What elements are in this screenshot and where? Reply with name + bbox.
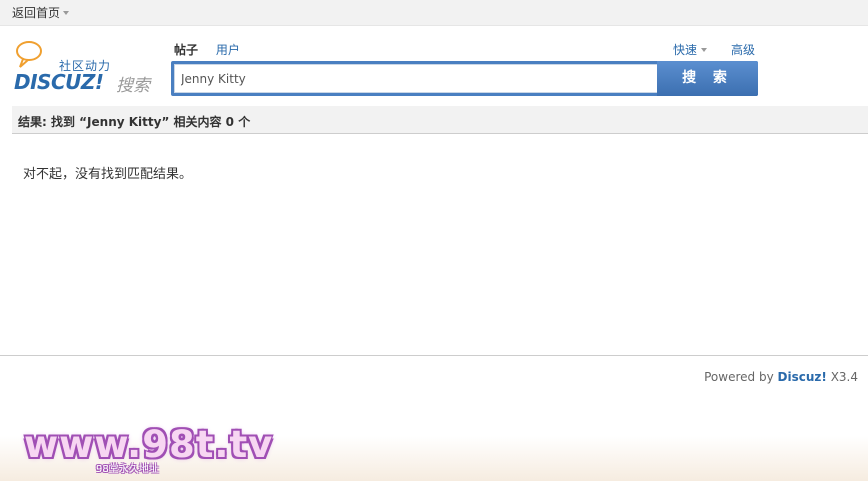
quick-search-link[interactable]: 快速 xyxy=(673,41,708,58)
advanced-search-link[interactable]: 高级 xyxy=(731,41,755,58)
watermark-subtitle: 98堂永久地址 xyxy=(96,464,159,475)
quick-search-label: 快速 xyxy=(673,43,698,57)
tab-users[interactable]: 用户 xyxy=(216,43,240,57)
search-box: 搜 索 xyxy=(171,61,758,96)
footer-divider xyxy=(0,355,868,356)
home-link[interactable]: 返回首页 xyxy=(12,4,70,21)
discuz-logo[interactable]: 社区动力 DISCUZ! 搜索 xyxy=(14,40,164,96)
powered-version: X3.4 xyxy=(830,370,858,384)
no-results-message: 对不起，没有找到匹配结果。 xyxy=(23,167,193,182)
tab-threads[interactable]: 帖子 xyxy=(174,43,198,57)
speech-bubble-icon xyxy=(16,41,42,68)
search-type-tabs: 帖子 用户 xyxy=(174,41,254,58)
logo-brand: DISCUZ! xyxy=(14,70,104,94)
watermark-banner: www.98t.tv 98堂永久地址 xyxy=(0,423,868,481)
powered-by: Powered by Discuz! X3.4 xyxy=(704,370,858,384)
powered-brand-link[interactable]: Discuz! xyxy=(778,370,827,384)
powered-prefix: Powered by xyxy=(704,370,774,384)
search-button[interactable]: 搜 索 xyxy=(657,61,758,96)
home-link-label: 返回首页 xyxy=(12,6,61,20)
logo-brand-sub: 搜索 xyxy=(116,76,150,96)
chevron-down-icon xyxy=(701,48,708,52)
search-input[interactable] xyxy=(174,64,660,93)
chevron-down-icon xyxy=(63,11,70,15)
result-summary: 结果: 找到 “Jenny Kitty” 相关内容 0 个 xyxy=(18,115,251,129)
top-bar: 返回首页 xyxy=(0,0,868,26)
result-summary-bar: 结果: 找到 “Jenny Kitty” 相关内容 0 个 xyxy=(12,106,868,134)
